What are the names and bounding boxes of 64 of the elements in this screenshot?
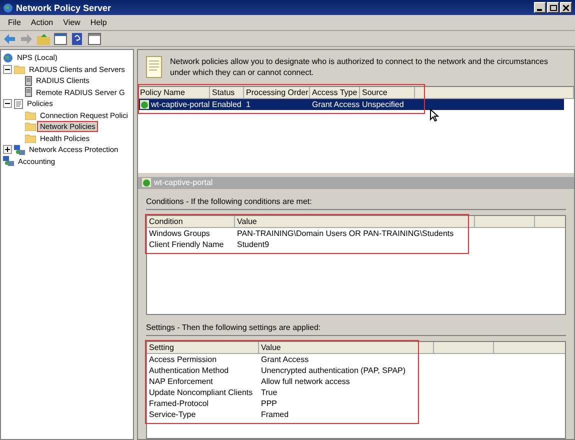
console-tree-button[interactable] [54, 32, 67, 44]
policy-icon [140, 100, 149, 110]
menu-item[interactable]: Help [85, 18, 112, 27]
network-icon [14, 144, 25, 155]
table-cell-text: NAP Enforcement [148, 376, 214, 387]
document-icon [14, 98, 23, 109]
table-cell-text: 1 [245, 99, 252, 110]
table-cell-text: Grant Access [260, 354, 310, 365]
close-button[interactable] [560, 2, 572, 13]
folder-icon [25, 122, 36, 132]
column-header[interactable]: Value [235, 216, 475, 227]
globe-icon [3, 52, 13, 63]
info-text: Network policies allow you to designate who is authorized to connect to the network and the circumstances under which they can or cannot connect. [170, 56, 549, 79]
maximize-icon [550, 4, 556, 10]
table-cell-text: Service-Type [148, 409, 197, 420]
column-header[interactable]: Value [259, 342, 434, 353]
column-header[interactable]: Access Type [310, 87, 360, 98]
table-cell-text: Authentication Method [148, 365, 230, 376]
table-cell-text: Unencrypted authentication (PAP, SPAP) [260, 365, 407, 376]
menu-item[interactable]: File [3, 18, 26, 27]
detail-title: wt-captive-portal [154, 178, 213, 188]
table-cell-text: Framed-Protocol [148, 398, 210, 409]
table-cell-text: PPP [260, 398, 278, 409]
column-header[interactable]: Condition [147, 216, 235, 227]
section-label: Settings - Then the following settings are applied: [146, 323, 566, 336]
column-header[interactable]: Policy Name [138, 87, 210, 98]
column-header[interactable]: Source [360, 87, 415, 98]
table-cell-text: True [260, 387, 278, 398]
table-cell-text: Unspecified [361, 99, 405, 110]
folder-icon [14, 64, 25, 74]
expand-icon[interactable] [3, 145, 12, 154]
table-cell-text: Client Friendly Name [148, 239, 225, 250]
window-button[interactable] [88, 32, 101, 44]
folder-icon [25, 110, 36, 120]
globe-icon [3, 2, 13, 12]
policy-icon [142, 178, 151, 188]
table-cell-text: PAN-TRAINING\Domain Users OR PAN-TRAINING\Students [236, 228, 455, 239]
section-label: Conditions - If the following conditions are met: [146, 197, 566, 210]
table-cell-text: Student9 [236, 239, 270, 250]
mouse-cursor-icon [430, 109, 439, 122]
window-title: Network Policy Server [16, 2, 112, 12]
minimize-button[interactable] [534, 2, 546, 13]
table-cell: wt-captive-portal [138, 99, 210, 110]
table-cell-text: Update Noncompliant Clients [148, 387, 254, 398]
maximize-button[interactable] [547, 2, 559, 13]
help-button[interactable] [71, 32, 84, 44]
collapse-icon[interactable] [3, 64, 12, 74]
column-header[interactable]: Status [210, 87, 244, 98]
folder-icon [25, 134, 36, 143]
table-cell-text: Windows Groups [148, 228, 211, 239]
table-cell-text: Access Permission [148, 354, 218, 365]
column-header[interactable]: Setting [147, 342, 259, 353]
table-cell-text: Allow full network access [260, 376, 351, 387]
network-icon [3, 156, 14, 166]
document-icon [146, 56, 162, 78]
menu-item[interactable]: Action [26, 18, 58, 27]
policy-row[interactable]: wt-captive-portal Enabled 1 Grant Access Unspecified [138, 99, 564, 110]
table-cell-text: Grant Access [311, 99, 360, 110]
collapse-icon[interactable] [3, 99, 12, 108]
table-cell-text: Framed [260, 409, 290, 420]
close-icon [563, 4, 569, 10]
column-header[interactable]: Processing Order [244, 87, 310, 98]
table-cell-text: Enabled [211, 99, 242, 110]
menu-item[interactable]: View [58, 18, 86, 27]
